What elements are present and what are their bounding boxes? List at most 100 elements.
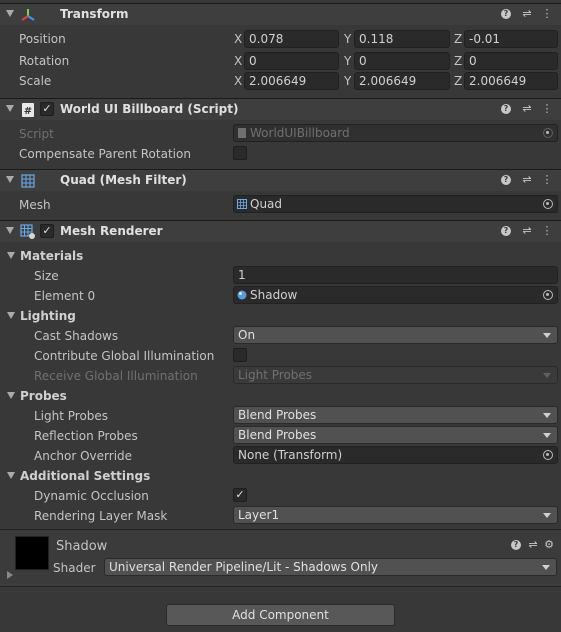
element0-field[interactable]: Shadow <box>233 286 558 304</box>
receive-gi-label: Receive Global Illumination <box>34 369 198 383</box>
script-field: WorldUIBillboard <box>233 124 558 142</box>
billboard-header[interactable]: # ✓ World UI Billboard (Script) ? ⇌ ⋮ <box>0 98 561 120</box>
help-icon[interactable]: ? <box>501 224 513 238</box>
reflection-probes-value: Blend Probes <box>238 428 317 442</box>
material-preview-thumbnail[interactable] <box>15 536 49 570</box>
rotation-z-field[interactable]: 0 <box>464 52 558 70</box>
more-menu-icon[interactable]: ⋮ <box>541 102 553 116</box>
axis-x-label[interactable]: X <box>234 54 242 68</box>
presets-icon[interactable]: ⇌ <box>527 538 539 552</box>
shader-value: Universal Render Pipeline/Lit - Shadows … <box>109 560 379 574</box>
light-probes-label: Light Probes <box>34 409 109 423</box>
materials-header[interactable]: Materials <box>20 249 83 263</box>
presets-icon[interactable]: ⇌ <box>521 224 533 238</box>
rotation-y-field[interactable]: 0 <box>354 52 450 70</box>
billboard-enabled-checkbox[interactable]: ✓ <box>40 102 54 116</box>
axis-y-label[interactable]: Y <box>344 32 351 46</box>
position-y-field[interactable]: 0.118 <box>354 30 450 48</box>
object-picker-icon[interactable] <box>543 450 553 460</box>
light-probes-value: Blend Probes <box>238 408 317 422</box>
contribute-gi-label: Contribute Global Illumination <box>34 349 215 363</box>
rendering-layer-mask-dropdown[interactable]: Layer1 <box>233 506 558 524</box>
shader-label: Shader <box>53 561 96 575</box>
dynamic-occlusion-label: Dynamic Occlusion <box>34 489 149 503</box>
script-value: WorldUIBillboard <box>250 126 350 140</box>
position-label: Position <box>19 32 66 46</box>
scale-label: Scale <box>19 74 52 88</box>
scale-z-field[interactable]: 2.006649 <box>464 72 558 90</box>
materials-size-field[interactable]: 1 <box>233 266 558 284</box>
anchor-override-field[interactable]: None (Transform) <box>233 446 558 464</box>
axis-x-label[interactable]: X <box>234 74 242 88</box>
scale-x-field[interactable]: 2.006649 <box>244 72 339 90</box>
help-icon[interactable]: ? <box>501 173 513 187</box>
position-z-field[interactable]: -0.01 <box>464 30 558 48</box>
transform-header[interactable]: Transform ? ⇌ ⋮ <box>0 3 561 25</box>
svg-text:#: # <box>24 106 32 117</box>
probes-header[interactable]: Probes <box>20 389 67 403</box>
mesh-renderer-enabled-checkbox[interactable]: ✓ <box>40 224 54 238</box>
collapse-arrow-icon[interactable] <box>6 176 14 183</box>
collapse-arrow-icon[interactable] <box>6 10 14 17</box>
shader-dropdown[interactable]: Universal Render Pipeline/Lit - Shadows … <box>104 558 557 576</box>
rendering-layer-mask-label: Rendering Layer Mask <box>34 509 168 523</box>
script-label: Script <box>19 127 54 141</box>
dropdown-arrow-icon <box>543 413 551 418</box>
lighting-foldout-icon[interactable] <box>7 312 15 319</box>
axis-y-label[interactable]: Y <box>344 74 351 88</box>
axis-z-label[interactable]: Z <box>454 54 462 68</box>
presets-icon[interactable]: ⇌ <box>521 7 533 21</box>
lighting-header[interactable]: Lighting <box>20 309 76 323</box>
more-menu-icon[interactable]: ⋮ <box>541 224 553 238</box>
more-menu-icon[interactable]: ⋮ <box>541 7 553 21</box>
help-icon[interactable]: ? <box>501 7 513 21</box>
compensate-checkbox[interactable] <box>233 146 247 160</box>
rotation-label: Rotation <box>19 54 70 68</box>
cast-shadows-dropdown[interactable]: On <box>233 326 558 344</box>
dropdown-arrow-icon <box>543 433 551 438</box>
mesh-grid-icon <box>237 199 247 209</box>
dropdown-arrow-icon <box>543 373 551 378</box>
mesh-filter-header[interactable]: Quad (Mesh Filter) ? ⇌ ⋮ <box>0 169 561 191</box>
reflection-probes-dropdown[interactable]: Blend Probes <box>233 426 558 444</box>
axis-z-label[interactable]: Z <box>454 32 462 46</box>
additional-settings-header[interactable]: Additional Settings <box>20 469 150 483</box>
settings-gear-icon[interactable]: ⚙ <box>543 538 555 552</box>
transform-icon <box>21 9 35 21</box>
light-probes-dropdown[interactable]: Blend Probes <box>233 406 558 424</box>
scale-y-field[interactable]: 2.006649 <box>354 72 450 90</box>
reflection-probes-label: Reflection Probes <box>34 429 138 443</box>
mesh-renderer-title: Mesh Renderer <box>60 224 163 238</box>
probes-foldout-icon[interactable] <box>7 392 15 399</box>
collapse-arrow-icon[interactable] <box>6 227 14 234</box>
more-menu-icon[interactable]: ⋮ <box>541 173 553 187</box>
add-component-button[interactable]: Add Component <box>166 604 395 626</box>
object-picker-icon[interactable] <box>543 290 553 300</box>
mesh-field[interactable]: Quad <box>233 195 558 213</box>
presets-icon[interactable]: ⇌ <box>521 173 533 187</box>
collapse-arrow-icon[interactable] <box>6 105 14 112</box>
axis-y-label[interactable]: Y <box>344 54 351 68</box>
dynamic-occlusion-checkbox[interactable]: ✓ <box>233 488 247 502</box>
object-picker-icon[interactable] <box>543 199 553 209</box>
help-icon[interactable]: ? <box>511 538 523 552</box>
position-x-field[interactable]: 0.078 <box>244 30 339 48</box>
contribute-gi-checkbox[interactable] <box>233 348 247 362</box>
dropdown-arrow-icon <box>542 565 550 570</box>
mesh-renderer-header[interactable]: ✓ Mesh Renderer ? ⇌ ⋮ <box>0 220 561 242</box>
rotation-x-field[interactable]: 0 <box>244 52 339 70</box>
anchor-override-value: None (Transform) <box>238 448 343 462</box>
axis-z-label[interactable]: Z <box>454 74 462 88</box>
help-icon[interactable]: ? <box>501 102 513 116</box>
object-picker-icon <box>543 128 553 138</box>
additional-settings-foldout-icon[interactable] <box>7 472 15 479</box>
mesh-label: Mesh <box>19 198 51 212</box>
material-expand-arrow-icon[interactable] <box>7 571 13 579</box>
materials-foldout-icon[interactable] <box>7 252 15 259</box>
presets-icon[interactable]: ⇌ <box>521 102 533 116</box>
dropdown-arrow-icon <box>543 513 551 518</box>
size-label: Size <box>34 269 59 283</box>
mesh-filter-icon <box>21 174 35 188</box>
rendering-layer-mask-value: Layer1 <box>238 508 280 522</box>
axis-x-label[interactable]: X <box>234 32 242 46</box>
